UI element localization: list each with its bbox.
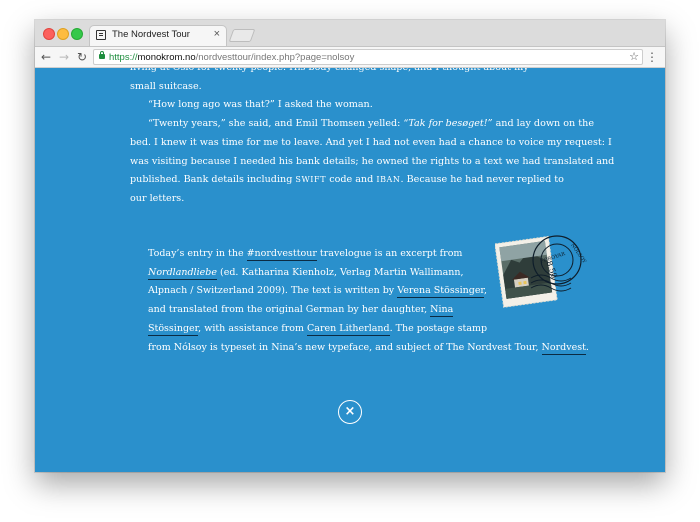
story-line: published. Bank details including SWIFT … — [130, 171, 600, 190]
swift-smallcaps: SWIFT — [295, 175, 327, 185]
note-fragment: and translated from the original German … — [148, 304, 431, 316]
hashtag-link[interactable]: #nordvesttour — [246, 248, 317, 261]
forward-icon[interactable]: → — [59, 49, 69, 65]
note-fragment: . The postage stamp — [389, 322, 488, 334]
close-overlay-button[interactable]: × — [338, 400, 362, 424]
note-fragment: , with assistance from — [198, 322, 308, 334]
book-link[interactable]: Nordlandliebe — [148, 266, 217, 280]
story-quote-italic: “Tak for besøget!” — [403, 118, 493, 130]
story-line: “How long ago was that?” I asked the wom… — [148, 99, 373, 111]
story-fragment: “Twenty years,” she said, and Emil Thoms… — [148, 118, 404, 130]
url-text[interactable]: https://monokrom.no/nordvesttour/index.p… — [109, 51, 354, 64]
note-fragment: , — [483, 285, 487, 297]
note-fragment: . — [585, 341, 589, 353]
page-favicon-icon — [96, 30, 106, 40]
story-fragment: . Because he had never replied to — [400, 174, 564, 186]
assistant-link[interactable]: Caren Litherland — [307, 322, 390, 336]
tab-title: The Nordvest Tour — [112, 29, 190, 40]
back-icon[interactable]: ← — [41, 49, 51, 65]
secure-lock-icon — [99, 51, 105, 59]
browser-window: The Nordvest Tour × ← → ↻ https://monokr… — [35, 20, 665, 472]
story-fragment: and lay down on the — [492, 118, 595, 130]
story-line: was visiting because I needed his bank d… — [130, 155, 615, 167]
story-line: small suitcase. — [130, 80, 202, 92]
tab-nordvest-tour[interactable]: The Nordvest Tour × — [89, 25, 227, 46]
tab-bar: The Nordvest Tour × — [35, 20, 665, 47]
note-fragment: Alpnach / Switzerland 2009). The text is… — [148, 285, 398, 297]
browser-menu-icon[interactable]: ⋮ — [646, 49, 658, 65]
note-fragment: travelogue is an excerpt from — [316, 248, 463, 259]
window-maximize-button[interactable] — [71, 28, 83, 40]
story-fragment: published. Bank details including — [130, 174, 296, 186]
tab-close-icon[interactable]: × — [214, 28, 220, 40]
new-tab-button[interactable] — [228, 29, 256, 42]
page-content: living at Ósíð for twenty people. His bo… — [35, 68, 665, 472]
story-line: our letters. — [130, 192, 185, 204]
note-fragment: (ed. Katharina Kienholz, Verlag Martin W… — [216, 266, 464, 278]
story-fragment: code and — [326, 174, 377, 186]
note-line: Stössinger, with assistance from Caren L… — [148, 320, 608, 339]
url-scheme: https:// — [109, 52, 138, 63]
window-minimize-button[interactable] — [57, 28, 69, 40]
address-bar[interactable]: https://monokrom.no/nordvesttour/index.p… — [93, 49, 643, 65]
reload-icon[interactable]: ↻ — [77, 49, 87, 65]
url-host: monokrom.no — [137, 52, 196, 63]
browser-toolbar: ← → ↻ https://monokrom.no/nordvesttour/i… — [35, 47, 665, 68]
nordvest-link[interactable]: Nordvest — [541, 341, 586, 355]
url-path: /nordvesttour/index.php?page=nolsoy — [195, 52, 355, 63]
note-fragment: from Nólsoy is typeset in Nina’s new typ… — [148, 341, 542, 353]
translator-link-last[interactable]: Stössinger — [148, 322, 199, 336]
story-line: “Twenty years,” she said, and Emil Thoms… — [130, 115, 600, 134]
note-fragment: Today’s entry in the — [148, 248, 247, 259]
window-close-button[interactable] — [43, 28, 55, 40]
note-line: from Nólsoy is typeset in Nina’s new typ… — [148, 339, 608, 358]
story-line: bed. I knew it was time for me to leave.… — [130, 136, 612, 148]
bookmark-star-icon[interactable]: ☆ — [629, 50, 639, 64]
iban-smallcaps: IBAN — [376, 175, 401, 185]
story-text: living at Ósíð for twenty people. His bo… — [130, 68, 615, 209]
translator-link-first[interactable]: Nina — [430, 304, 454, 318]
author-link[interactable]: Verena Stössinger — [397, 285, 484, 299]
story-line: living at Ósíð for twenty people. His bo… — [130, 68, 600, 78]
postage-stamp-image: FØROYAR 8.50 NÓLSOY — [495, 235, 587, 308]
